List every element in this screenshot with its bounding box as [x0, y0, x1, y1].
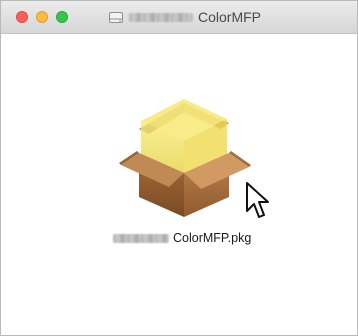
disk-icon [109, 11, 123, 23]
title-bar[interactable]: ColorMFP [1, 1, 357, 34]
file-label[interactable]: ColorMFP.pkg [113, 230, 251, 246]
redacted-title-prefix [129, 12, 193, 22]
arrow-cursor-icon [246, 182, 269, 218]
file-name: ColorMFP.pkg [173, 231, 252, 245]
redacted-file-prefix [113, 233, 169, 243]
window-title-text: ColorMFP [198, 9, 262, 25]
zoom-button[interactable] [56, 11, 68, 23]
window-title: ColorMFP [109, 8, 261, 26]
close-button[interactable] [16, 11, 28, 23]
minimize-button[interactable] [36, 11, 48, 23]
package-icon[interactable] [109, 91, 259, 221]
finder-window: ColorMFP ColorMFP.pkg [0, 0, 358, 336]
